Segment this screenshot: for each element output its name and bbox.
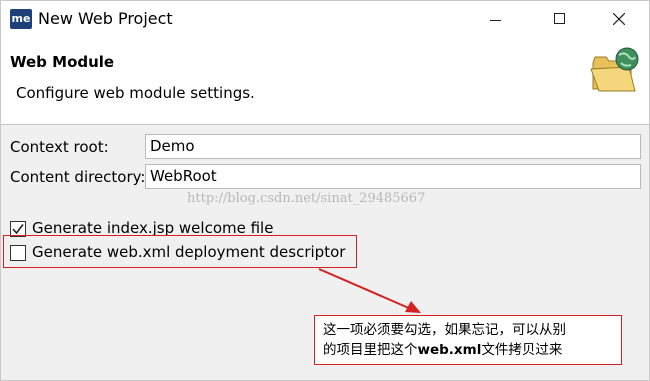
annotation-note: 这一项必须要勾选，如果忘记，可以从别 的项目里把这个web.xml文件拷贝过来 [314, 315, 622, 365]
annotation-line-2: 的项目里把这个web.xml文件拷贝过来 [323, 342, 563, 358]
dialog-window: me New Web Project Web Module Configure … [0, 0, 650, 381]
annotation-line-1: 这一项必须要勾选，如果忘记，可以从别 [323, 322, 566, 338]
